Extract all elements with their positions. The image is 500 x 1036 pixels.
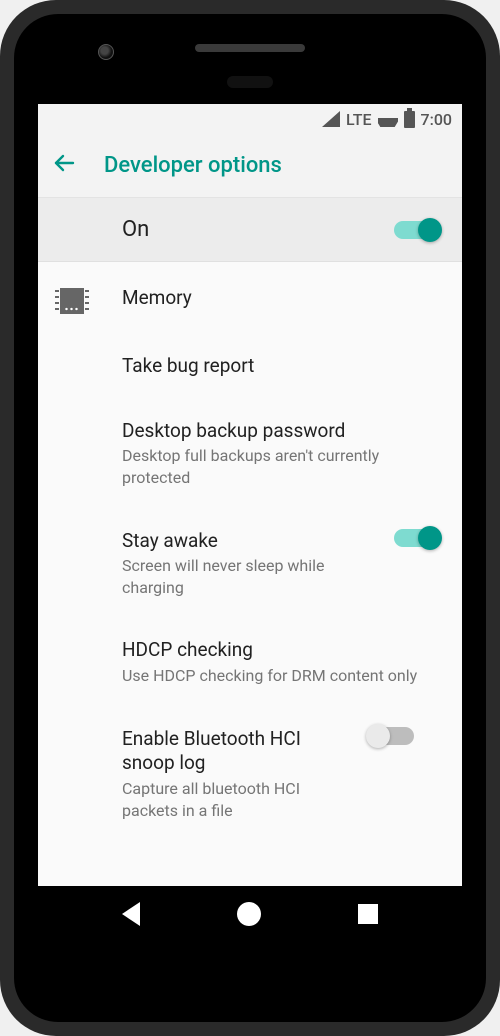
- earpiece-speaker: [195, 44, 305, 52]
- item-subtitle: Use HDCP checking for DRM content only: [122, 665, 440, 687]
- nav-recent-icon[interactable]: [358, 904, 378, 924]
- app-bar: Developer options: [38, 134, 462, 198]
- bluetooth-snoop-switch[interactable]: [368, 727, 414, 745]
- nav-back-icon[interactable]: [122, 902, 140, 926]
- item-stay-awake[interactable]: Stay awake Screen will never sleep while…: [38, 509, 462, 619]
- status-bar: LTE 7:00: [38, 104, 462, 134]
- system-nav-bar: [38, 886, 462, 942]
- item-title: Take bug report: [122, 354, 440, 379]
- item-hdcp-checking[interactable]: HDCP checking Use HDCP checking for DRM …: [38, 618, 462, 706]
- stay-awake-switch[interactable]: [394, 529, 440, 547]
- nav-home-icon[interactable]: [237, 902, 261, 926]
- item-title: Enable Bluetooth HCI snoop log: [122, 727, 352, 776]
- wifi-icon: [378, 111, 398, 127]
- item-memory[interactable]: Memory: [38, 266, 462, 334]
- item-desktop-backup-password[interactable]: Desktop backup password Desktop full bac…: [38, 399, 462, 509]
- network-label: LTE: [346, 110, 371, 129]
- proximity-sensor: [227, 76, 273, 88]
- item-title: Stay awake: [122, 529, 378, 554]
- item-title: Memory: [122, 286, 440, 311]
- master-toggle-label: On: [122, 217, 394, 242]
- settings-list: Memory Take bug report Desktop backup pa…: [38, 262, 462, 841]
- page-title: Developer options: [104, 153, 282, 178]
- clock: 7:00: [421, 110, 453, 129]
- memory-chip-icon: [60, 288, 84, 314]
- item-bluetooth-hci-snoop[interactable]: Enable Bluetooth HCI snoop log Capture a…: [38, 707, 462, 842]
- item-subtitle: Capture all bluetooth HCI packets in a f…: [122, 778, 352, 821]
- phone-frame: LTE 7:00 Developer options On: [0, 0, 500, 1036]
- item-subtitle: Desktop full backups aren't currently pr…: [122, 445, 440, 488]
- item-subtitle: Screen will never sleep while charging: [122, 555, 378, 598]
- phone-bezel: LTE 7:00 Developer options On: [14, 14, 486, 1022]
- master-toggle-row[interactable]: On: [38, 198, 462, 262]
- item-take-bug-report[interactable]: Take bug report: [38, 334, 462, 399]
- front-camera: [98, 44, 114, 60]
- battery-icon: [404, 111, 415, 128]
- master-toggle-switch[interactable]: [394, 221, 440, 239]
- back-arrow-icon[interactable]: [52, 151, 76, 181]
- cell-signal-icon: [322, 111, 340, 127]
- item-title: Desktop backup password: [122, 419, 440, 444]
- screen: LTE 7:00 Developer options On: [38, 104, 462, 942]
- item-title: HDCP checking: [122, 638, 440, 663]
